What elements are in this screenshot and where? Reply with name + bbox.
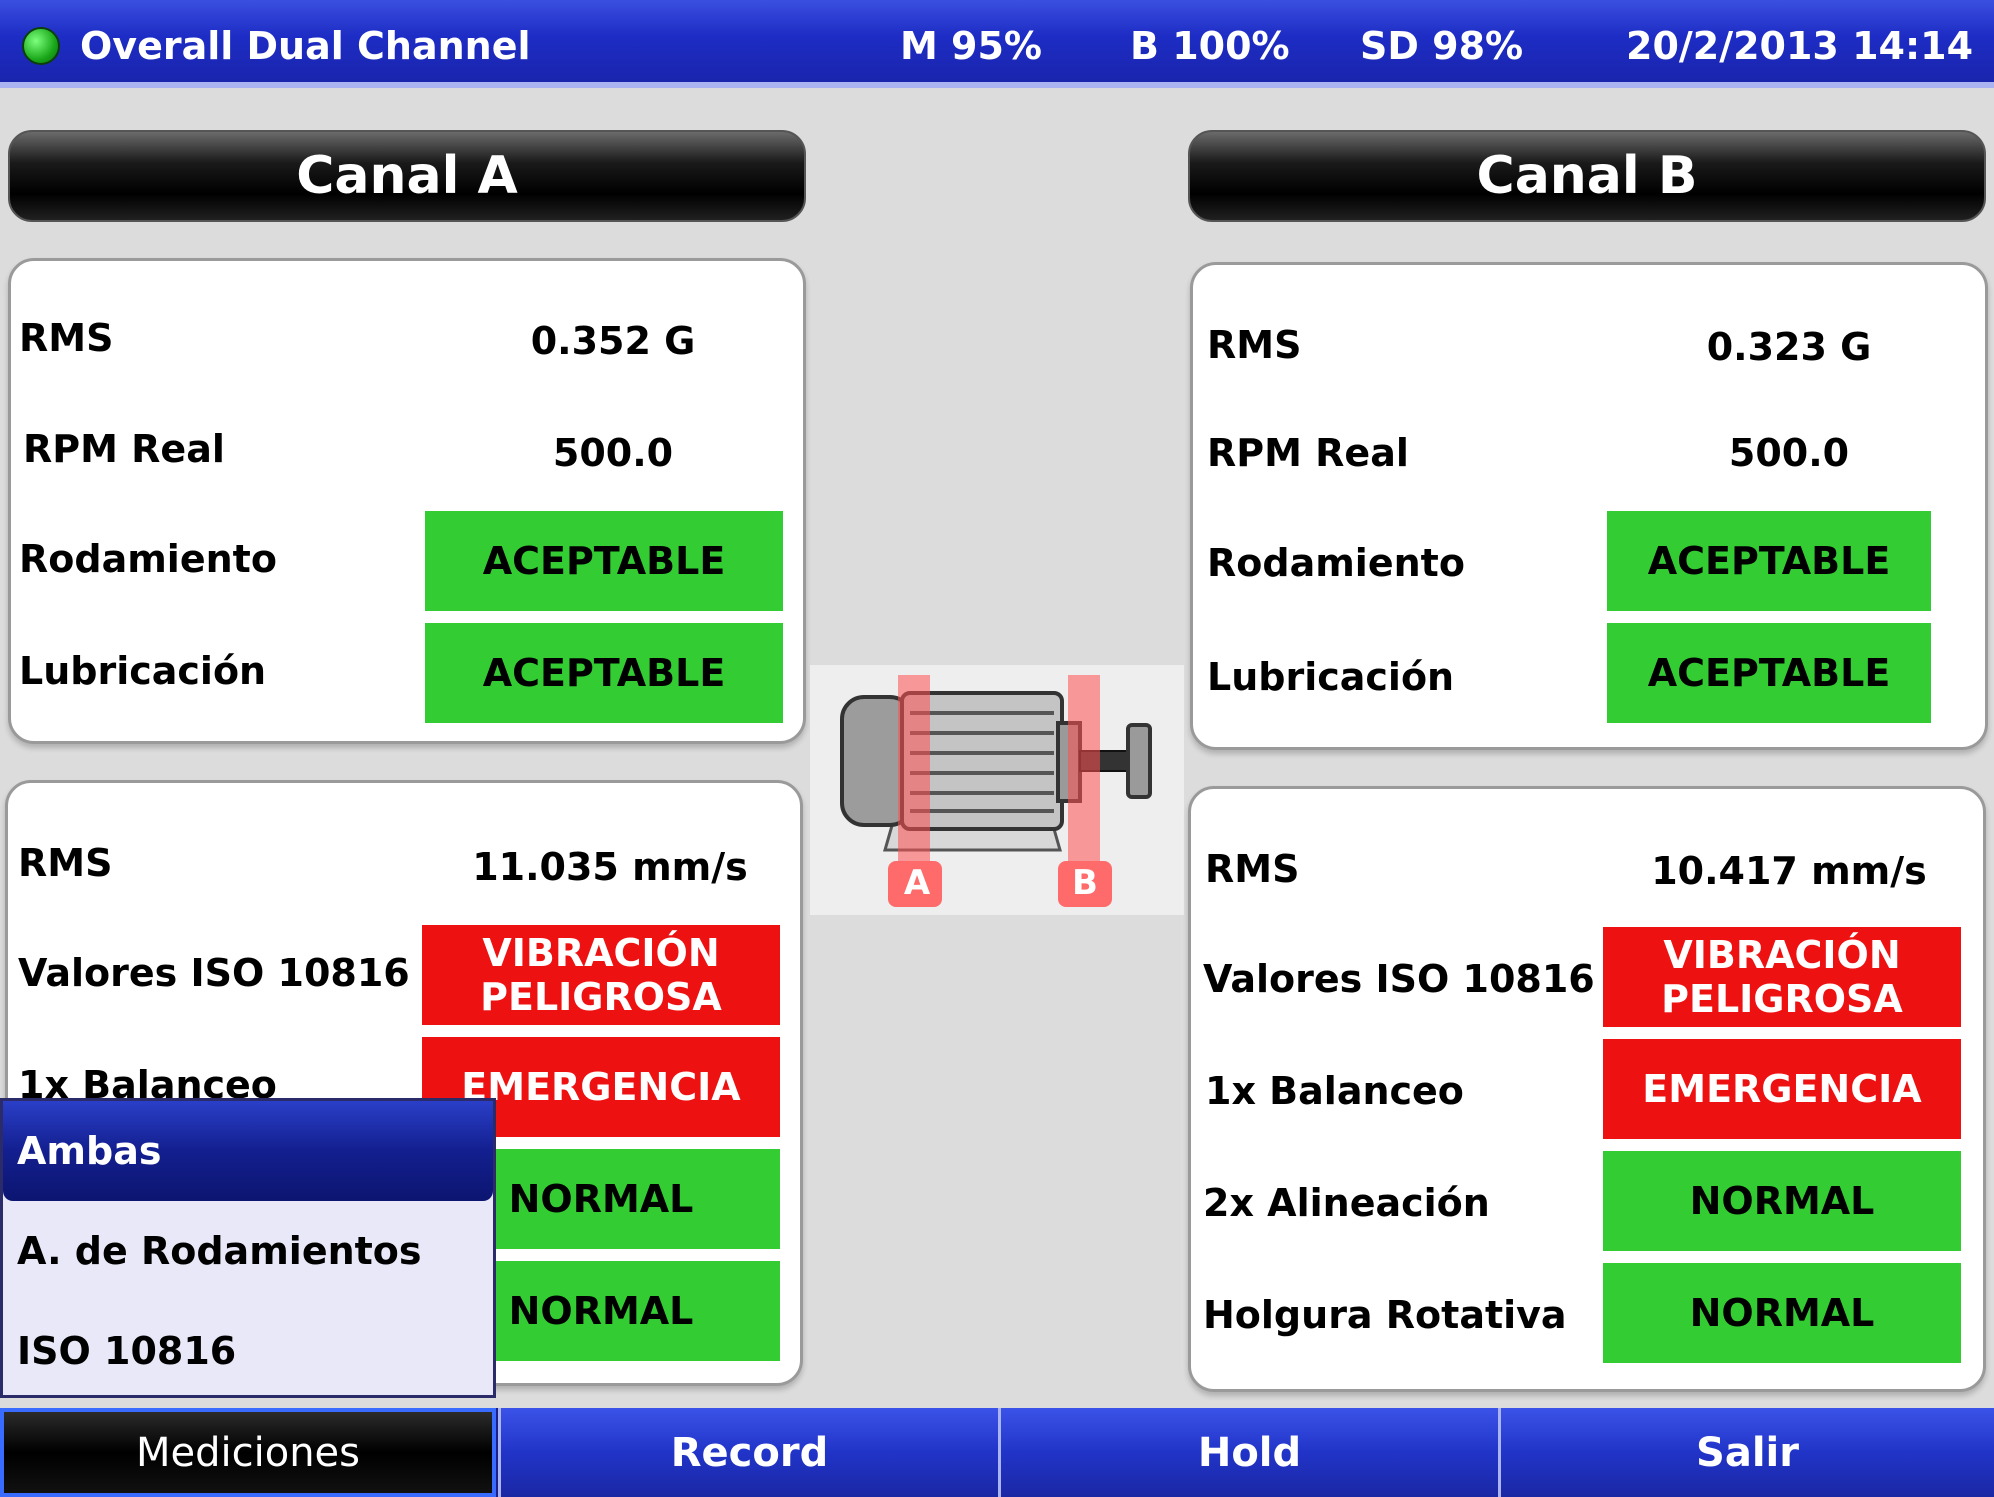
lubrication-status-badge: ACEPTABLE — [425, 623, 783, 723]
channel-a-header: Canal A — [8, 130, 806, 222]
rpm-label: RPM Real — [1207, 431, 1409, 475]
iso-label: Valores ISO 10816 — [18, 951, 410, 995]
rpm-value: 500.0 — [552, 431, 674, 475]
rms-label: RMS — [18, 841, 113, 885]
menu-item-bearing-analysis[interactable]: A. de Rodamientos — [3, 1201, 493, 1301]
bearing-status-badge: ACEPTABLE — [1607, 511, 1931, 611]
rms-value: 0.323 G — [1706, 325, 1872, 369]
menu-item-iso-10816[interactable]: ISO 10816 — [3, 1301, 493, 1401]
exit-button[interactable]: Salir — [1498, 1408, 1994, 1497]
rms-label: RMS — [19, 316, 114, 360]
iso-status-badge: VIBRACIÓN PELIGROSA — [1603, 927, 1961, 1027]
bottom-toolbar: Mediciones Record Hold Salir — [0, 1408, 1994, 1497]
hold-button[interactable]: Hold — [998, 1408, 1498, 1497]
record-button[interactable]: Record — [498, 1408, 998, 1497]
looseness-label: Holgura Rotativa — [1203, 1293, 1567, 1337]
status-led-icon — [22, 27, 60, 65]
status-bar: Overall Dual Channel M 95% B 100% SD 98%… — [0, 0, 1994, 88]
rms-value: 0.352 G — [530, 319, 696, 363]
channel-b-title: Canal B — [1476, 146, 1698, 206]
bearing-label: Rodamiento — [19, 537, 277, 581]
status-b: B 100% — [1130, 24, 1290, 68]
measurements-menu: Ambas A. de Rodamientos ISO 10816 — [0, 1098, 496, 1398]
iso-label: Valores ISO 10816 — [1203, 957, 1595, 1001]
app-title: Overall Dual Channel — [80, 24, 531, 68]
measurements-button[interactable]: Mediciones — [0, 1408, 496, 1497]
marker-a-label: A — [903, 863, 931, 903]
rms-label: RMS — [1205, 847, 1300, 891]
looseness-status-badge: NORMAL — [1603, 1263, 1961, 1363]
rms-value: 10.417 mm/s — [1651, 849, 1927, 893]
lubrication-status-badge: ACEPTABLE — [1607, 623, 1931, 723]
bearing-label: Rodamiento — [1207, 541, 1465, 585]
balance-label: 1x Balanceo — [1205, 1069, 1464, 1113]
lubrication-label: Lubricación — [19, 649, 267, 693]
status-m: M 95% — [900, 24, 1042, 68]
channel-b-acceleration-panel: RMS 0.323 G RPM Real 500.0 Rodamiento AC… — [1190, 262, 1988, 750]
channel-a-title: Canal A — [296, 146, 518, 206]
rpm-label: RPM Real — [23, 427, 225, 471]
iso-status-badge: VIBRACIÓN PELIGROSA — [422, 925, 780, 1025]
lubrication-label: Lubricación — [1207, 655, 1455, 699]
rpm-value: 500.0 — [1728, 431, 1850, 475]
alignment-status-badge: NORMAL — [1603, 1151, 1961, 1251]
rms-value: 11.035 mm/s — [472, 845, 748, 889]
status-sd: SD 98% — [1360, 24, 1524, 68]
motor-diagram: A B — [810, 665, 1184, 915]
motor-icon — [840, 675, 1152, 907]
bearing-status-badge: ACEPTABLE — [425, 511, 783, 611]
rms-label: RMS — [1207, 323, 1302, 367]
marker-b-label: B — [1072, 863, 1098, 903]
channel-b-header: Canal B — [1188, 130, 1986, 222]
menu-item-both[interactable]: Ambas — [3, 1101, 493, 1201]
alignment-label: 2x Alineación — [1203, 1181, 1490, 1225]
balance-status-badge: EMERGENCIA — [1603, 1039, 1961, 1139]
channel-a-acceleration-panel: RMS 0.352 G RPM Real 500.0 Rodamiento AC… — [8, 258, 806, 744]
channel-b-velocity-panel: RMS 10.417 mm/s Valores ISO 10816 VIBRAC… — [1188, 786, 1986, 1392]
datetime: 20/2/2013 14:14 — [1626, 24, 1974, 68]
